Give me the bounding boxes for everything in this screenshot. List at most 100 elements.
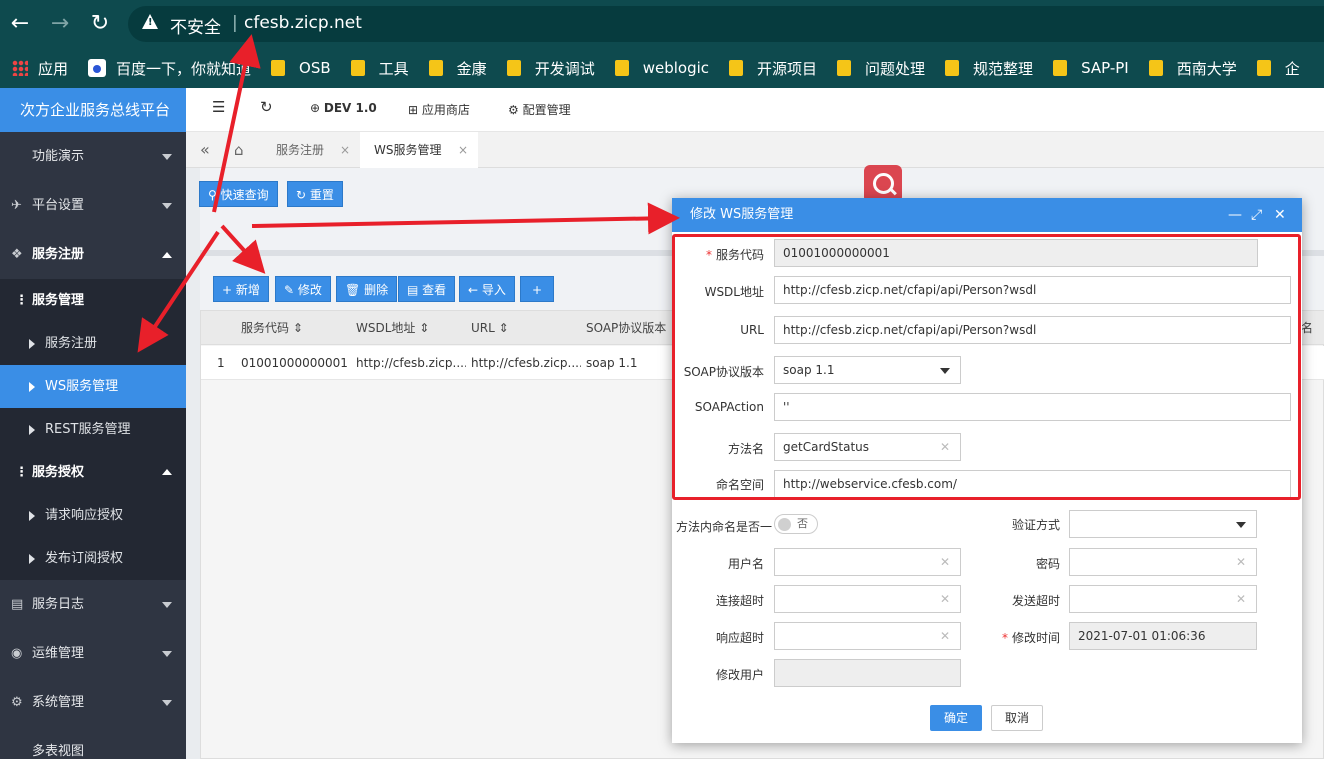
collapse-tabs-icon[interactable]: « xyxy=(186,132,216,168)
sidebar-item-demo[interactable]: 功能演示 xyxy=(0,132,186,181)
sidebar-item-multi-view[interactable]: 多表视图 xyxy=(0,727,186,759)
add-button[interactable]: + 新增 xyxy=(213,276,269,302)
soap-action-field[interactable]: '' xyxy=(774,393,1291,421)
bookmark-folder[interactable]: OSB xyxy=(271,59,331,77)
caret-right-icon xyxy=(29,425,35,435)
column-header-soap[interactable]: SOAP协议版本 xyxy=(586,311,666,345)
bookmark-folder[interactable]: 开源项目 xyxy=(729,58,817,79)
bookmark-folder[interactable]: 问题处理 xyxy=(837,58,925,79)
delete-button[interactable]: 🗑 删除 xyxy=(336,276,398,302)
bookmark-folder[interactable]: 规范整理 xyxy=(945,58,1033,79)
app-store-link[interactable]: ⊞ 应用商店 xyxy=(408,101,470,118)
address-url[interactable]: cfesb.zicp.net xyxy=(244,13,362,33)
bookmark-folder[interactable]: SAP-PI xyxy=(1053,59,1129,77)
caret-right-icon xyxy=(29,511,35,521)
method-label: 方法名 xyxy=(727,442,764,456)
bookmark-apps[interactable]: 应用 xyxy=(12,58,68,79)
tab-service-register[interactable]: 服务注册 × xyxy=(262,132,360,168)
caret-right-icon xyxy=(29,382,35,392)
cubes-icon: ❖ xyxy=(11,247,23,262)
caret-right-icon xyxy=(29,554,35,564)
reset-button[interactable]: ↻ 重置 xyxy=(287,181,343,207)
namespace-field[interactable]: http://webservice.cfesb.com/ xyxy=(774,470,1291,498)
reload-icon[interactable]: ↻ xyxy=(86,10,114,38)
home-icon[interactable]: ⌂ xyxy=(220,132,260,168)
folder-icon xyxy=(945,60,960,76)
sidebar-item-ws-management[interactable]: WS服务管理 xyxy=(0,365,186,408)
column-header-url[interactable]: URL ⇕ xyxy=(471,311,509,345)
folder-icon xyxy=(837,60,852,76)
resp-timeout-field[interactable]: ✕ xyxy=(774,622,961,650)
sidebar-item-pubsub-auth[interactable]: 发布订阅授权 xyxy=(0,537,186,580)
play-circle-icon: ◉ xyxy=(11,646,23,661)
close-icon[interactable]: × xyxy=(340,132,350,168)
apps-icon: ⊞ xyxy=(408,103,419,117)
view-button[interactable]: ▤ 查看 xyxy=(398,276,456,302)
clear-icon[interactable]: ✕ xyxy=(940,434,950,460)
caret-down-icon xyxy=(162,602,172,608)
menu-toggle-icon[interactable]: ☰ xyxy=(212,98,225,116)
gear-icon: ⚙ xyxy=(11,695,23,710)
folder-icon xyxy=(350,60,365,76)
cancel-button[interactable]: 取消 xyxy=(991,705,1043,731)
auth-select[interactable] xyxy=(1069,510,1257,538)
column-header-code[interactable]: 服务代码 ⇕ xyxy=(241,311,303,345)
sidebar-item-ops[interactable]: ◉ 运维管理 xyxy=(0,629,186,678)
plus-button[interactable]: + xyxy=(520,276,554,302)
back-arrow-icon[interactable]: ← xyxy=(6,10,34,38)
bookmark-folder[interactable]: 金康 xyxy=(428,58,487,79)
bookmark-folder[interactable]: 西南大学 xyxy=(1148,58,1237,79)
clear-icon[interactable]: ✕ xyxy=(940,586,950,612)
folder-icon xyxy=(428,60,443,76)
maximize-icon[interactable]: ⤢ xyxy=(1251,198,1262,232)
sidebar-item-platform[interactable]: ✈ 平台设置 xyxy=(0,181,186,230)
sidebar-item-service-register[interactable]: ❖ 服务注册 xyxy=(0,230,186,279)
bookmark-folder[interactable]: 开发调试 xyxy=(506,58,595,79)
column-header-wsdl[interactable]: WSDL地址 ⇕ xyxy=(356,311,429,345)
bookmark-folder[interactable]: weblogic xyxy=(614,59,709,77)
send-timeout-field[interactable]: ✕ xyxy=(1069,585,1257,613)
clear-icon[interactable]: ✕ xyxy=(1236,586,1246,612)
password-field[interactable]: ✕ xyxy=(1069,548,1257,576)
method-field[interactable]: getCardStatus ✕ xyxy=(774,433,961,461)
clear-icon[interactable]: ✕ xyxy=(940,623,950,649)
column-header-name[interactable]: 名 xyxy=(1301,311,1313,345)
forward-arrow-icon[interactable]: → xyxy=(46,10,74,38)
bookmark-folder[interactable]: 企 xyxy=(1256,58,1300,79)
url-field[interactable]: http://cfesb.zicp.net/cfapi/api/Person?w… xyxy=(774,316,1291,344)
modify-time-field[interactable]: 2021-07-01 01:06:36 xyxy=(1069,622,1257,650)
sidebar-item-service-log[interactable]: ▤ 服务日志 xyxy=(0,580,186,629)
method-ns-toggle[interactable]: 否 xyxy=(774,514,818,534)
sidebar-item-rest-management[interactable]: REST服务管理 xyxy=(0,408,186,451)
sidebar-item-request-auth[interactable]: 请求响应授权 xyxy=(0,494,186,537)
globe-icon: ⊕ xyxy=(310,101,321,115)
bookmarks-bar: 应用 百度一下，你就知道 OSB 工具 金康 开发调试 weblogic 开源项… xyxy=(0,48,1324,88)
config-link[interactable]: ⚙ 配置管理 xyxy=(508,101,571,118)
service-code-field[interactable]: 01001000000001 xyxy=(774,239,1258,267)
tab-ws-management[interactable]: WS服务管理 × xyxy=(360,132,478,168)
address-bar[interactable]: 不安全 | cfesb.zicp.net xyxy=(128,6,1324,42)
import-button[interactable]: ← 导入 xyxy=(459,276,515,302)
confirm-button[interactable]: 确定 xyxy=(930,705,982,731)
clear-icon[interactable]: ✕ xyxy=(940,549,950,575)
bookmark-baidu[interactable]: 百度一下，你就知道 xyxy=(88,58,251,79)
soap-version-select[interactable]: soap 1.1 xyxy=(774,356,961,384)
modify-user-field[interactable] xyxy=(774,659,961,687)
edit-button[interactable]: ✎ 修改 xyxy=(275,276,331,302)
sidebar-item-register[interactable]: 服务注册 xyxy=(0,322,186,365)
env-selector[interactable]: ⊕ DEV 1.0 xyxy=(310,101,377,115)
wsdl-field[interactable]: http://cfesb.zicp.net/cfapi/api/Person?w… xyxy=(774,276,1291,304)
sidebar-item-system[interactable]: ⚙ 系统管理 xyxy=(0,678,186,727)
sidebar-group-service-management[interactable]: ⋮ 服务管理 xyxy=(0,279,186,322)
sidebar-group-service-auth[interactable]: ⋮ 服务授权 xyxy=(0,451,186,494)
send-icon: ✈ xyxy=(11,198,22,213)
close-icon[interactable]: ✕ xyxy=(1274,198,1286,232)
minimize-icon[interactable]: — xyxy=(1228,198,1242,232)
quick-search-button[interactable]: ⚲ 快速查询 xyxy=(199,181,278,207)
username-field[interactable]: ✕ xyxy=(774,548,961,576)
conn-timeout-field[interactable]: ✕ xyxy=(774,585,961,613)
refresh-icon[interactable]: ↻ xyxy=(260,98,273,116)
bookmark-folder[interactable]: 工具 xyxy=(350,58,409,79)
clear-icon[interactable]: ✕ xyxy=(1236,549,1246,575)
close-icon[interactable]: × xyxy=(458,132,468,168)
